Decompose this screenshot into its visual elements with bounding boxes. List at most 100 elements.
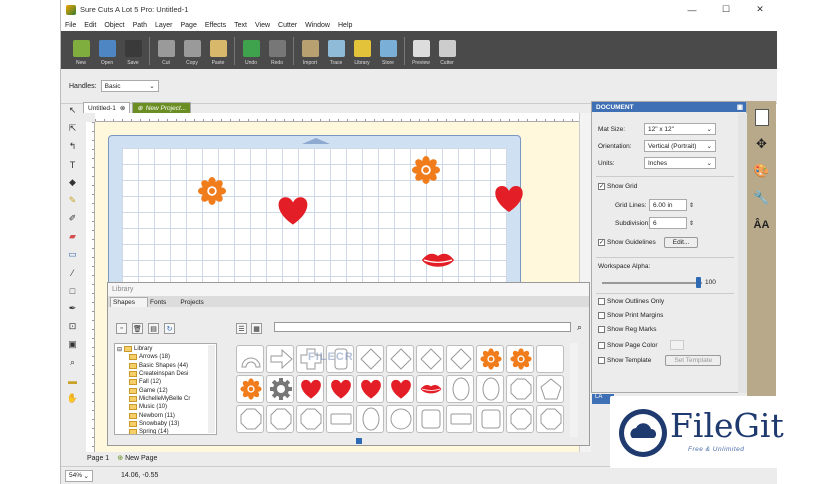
document-panel-scrollbar[interactable]	[738, 113, 747, 393]
spinner-icon[interactable]: ⇕	[689, 220, 694, 227]
menu-view[interactable]: View	[255, 22, 270, 29]
shape-circle[interactable]	[386, 405, 414, 433]
edit-guidelines-button[interactable]: Edit...	[663, 237, 699, 248]
shape-pentagon[interactable]	[536, 375, 564, 403]
canvas-heart-2[interactable]	[495, 186, 523, 212]
list-view-icon[interactable]: ☰	[236, 323, 247, 334]
tree-item[interactable]: Game (12)	[117, 386, 214, 394]
shape-diamond[interactable]	[446, 345, 474, 373]
tab-untitled-1[interactable]: Untitled-1 ⊗	[83, 102, 131, 113]
page-color-swatch[interactable]	[669, 340, 684, 350]
save-button[interactable]: Save	[120, 33, 146, 69]
grid-lines-input[interactable]: 6.00 in	[649, 199, 687, 211]
spinner-icon[interactable]: ⇕	[689, 202, 694, 209]
tree-item[interactable]: Spring (14)	[117, 428, 214, 434]
shape-rect[interactable]	[326, 405, 354, 433]
path-select-tool-icon[interactable]: ↰	[66, 140, 79, 153]
shape-heart[interactable]	[326, 375, 354, 403]
tab-projects[interactable]: Projects	[178, 297, 215, 307]
screen-tool-icon[interactable]: ▭	[66, 248, 79, 261]
shape-square[interactable]	[476, 405, 504, 433]
grid-view-icon[interactable]: ▦	[251, 323, 262, 334]
preview-button[interactable]: Preview	[408, 33, 434, 69]
menu-path[interactable]: Path	[133, 22, 147, 29]
menu-edit[interactable]: Edit	[84, 22, 96, 29]
shapes-scrollbar[interactable]	[570, 343, 578, 437]
shape-diamond[interactable]	[356, 345, 384, 373]
shapes-scroll-thumb[interactable]	[356, 438, 362, 444]
shape-gear[interactable]	[266, 375, 294, 403]
ruler-tool-icon[interactable]: ▬	[66, 374, 79, 387]
canvas-flower-1[interactable]	[197, 176, 227, 206]
show-page-color-checkbox[interactable]: Show Page Color	[598, 340, 684, 350]
tab-new-project[interactable]: ⊕ New Project...	[132, 102, 192, 113]
menu-text[interactable]: Text	[234, 22, 247, 29]
show-outlines-checkbox[interactable]: Show Outlines Only	[598, 298, 664, 305]
library-search-input[interactable]	[274, 322, 571, 332]
show-grid-checkbox[interactable]: ✓ Show Grid	[598, 183, 637, 190]
shape-heart[interactable]	[386, 375, 414, 403]
refresh-icon[interactable]: ↻	[164, 323, 175, 334]
set-template-button[interactable]: Set Template	[665, 355, 722, 366]
shape-blank[interactable]	[536, 345, 564, 373]
canvas-lips[interactable]	[422, 253, 454, 267]
show-reg-marks-checkbox[interactable]: Show Reg Marks	[598, 326, 657, 333]
tree-item[interactable]: Arrows (18)	[117, 353, 214, 361]
zoom-tool-icon[interactable]: ⌕	[66, 356, 79, 369]
show-guidelines-checkbox[interactable]: ✓	[598, 239, 605, 246]
tree-item[interactable]: ⊟ Library	[117, 345, 214, 353]
delete-icon[interactable]: 🗑	[132, 323, 143, 334]
close-button[interactable]: ✕	[743, 0, 777, 19]
pen-tool-icon[interactable]: ✒	[66, 302, 79, 315]
shape-diamond[interactable]	[416, 345, 444, 373]
select-tool-icon[interactable]: ↖	[66, 104, 79, 117]
shape-heart[interactable]	[296, 375, 324, 403]
undo-button[interactable]: Undo	[238, 33, 264, 69]
close-tab-icon[interactable]: ⊗	[120, 104, 125, 112]
menu-cutter[interactable]: Cutter	[278, 22, 297, 29]
tree-item[interactable]: Createinspan Desi	[117, 370, 214, 378]
tree-item[interactable]: Music (10)	[117, 403, 214, 411]
new-page-tab[interactable]: New Page	[125, 455, 157, 462]
tree-item[interactable]: MichelleMyBelle Cr	[117, 395, 214, 403]
rectangle-tool-icon[interactable]: □	[66, 284, 79, 297]
shape-square[interactable]	[416, 405, 444, 433]
collapse-icon[interactable]: ⊟	[117, 346, 122, 353]
tree-item[interactable]: Fall (12)	[117, 378, 214, 386]
wrench-icon[interactable]: 🔧	[753, 189, 771, 207]
menu-file[interactable]: File	[65, 22, 76, 29]
knife-tool-icon[interactable]: ⁄	[66, 266, 79, 279]
handles-select[interactable]: Basic ⌄	[100, 80, 159, 92]
menu-object[interactable]: Object	[104, 22, 124, 29]
shape-oval[interactable]	[446, 375, 474, 403]
canvas-heart-1[interactable]	[278, 197, 308, 225]
shape-arch[interactable]	[236, 345, 264, 373]
orientation-select[interactable]: Vertical (Portrait) ⌄	[644, 140, 716, 152]
import-folder-icon[interactable]: ▤	[148, 323, 159, 334]
node-tool-icon[interactable]: ⊡	[66, 320, 79, 333]
shape-octagon[interactable]	[536, 405, 564, 433]
minimize-button[interactable]: —	[675, 0, 709, 19]
shape-octagon[interactable]	[236, 405, 264, 433]
shape-octagon[interactable]	[296, 405, 324, 433]
tree-item[interactable]: Snowbaby (13)	[117, 420, 214, 428]
alpha-slider-thumb[interactable]	[696, 277, 701, 288]
trace-button[interactable]: Trace	[323, 33, 349, 69]
pencil-tool-icon[interactable]: ✎	[66, 194, 79, 207]
shape-heart[interactable]	[356, 375, 384, 403]
tab-shapes[interactable]: Shapes	[110, 297, 149, 307]
zoom-select[interactable]: 54% ⌄	[65, 469, 93, 482]
tree-item[interactable]: Newborn (11)	[117, 411, 214, 419]
menu-window[interactable]: Window	[305, 22, 330, 29]
menu-page[interactable]: Page	[181, 22, 197, 29]
fill-tool-icon[interactable]: ◆	[66, 176, 79, 189]
alpha-slider-track[interactable]	[602, 282, 702, 284]
menu-layer[interactable]: Layer	[155, 22, 173, 29]
cut-button[interactable]: Cut	[153, 33, 179, 69]
redo-button[interactable]: Redo	[264, 33, 290, 69]
shape-diamond[interactable]	[386, 345, 414, 373]
tree-scrollbar[interactable]	[208, 345, 215, 433]
brush-tool-icon[interactable]: ✐	[66, 212, 79, 225]
tree-item[interactable]: Basic Shapes (44)	[117, 362, 214, 370]
import-button[interactable]: Import	[297, 33, 323, 69]
